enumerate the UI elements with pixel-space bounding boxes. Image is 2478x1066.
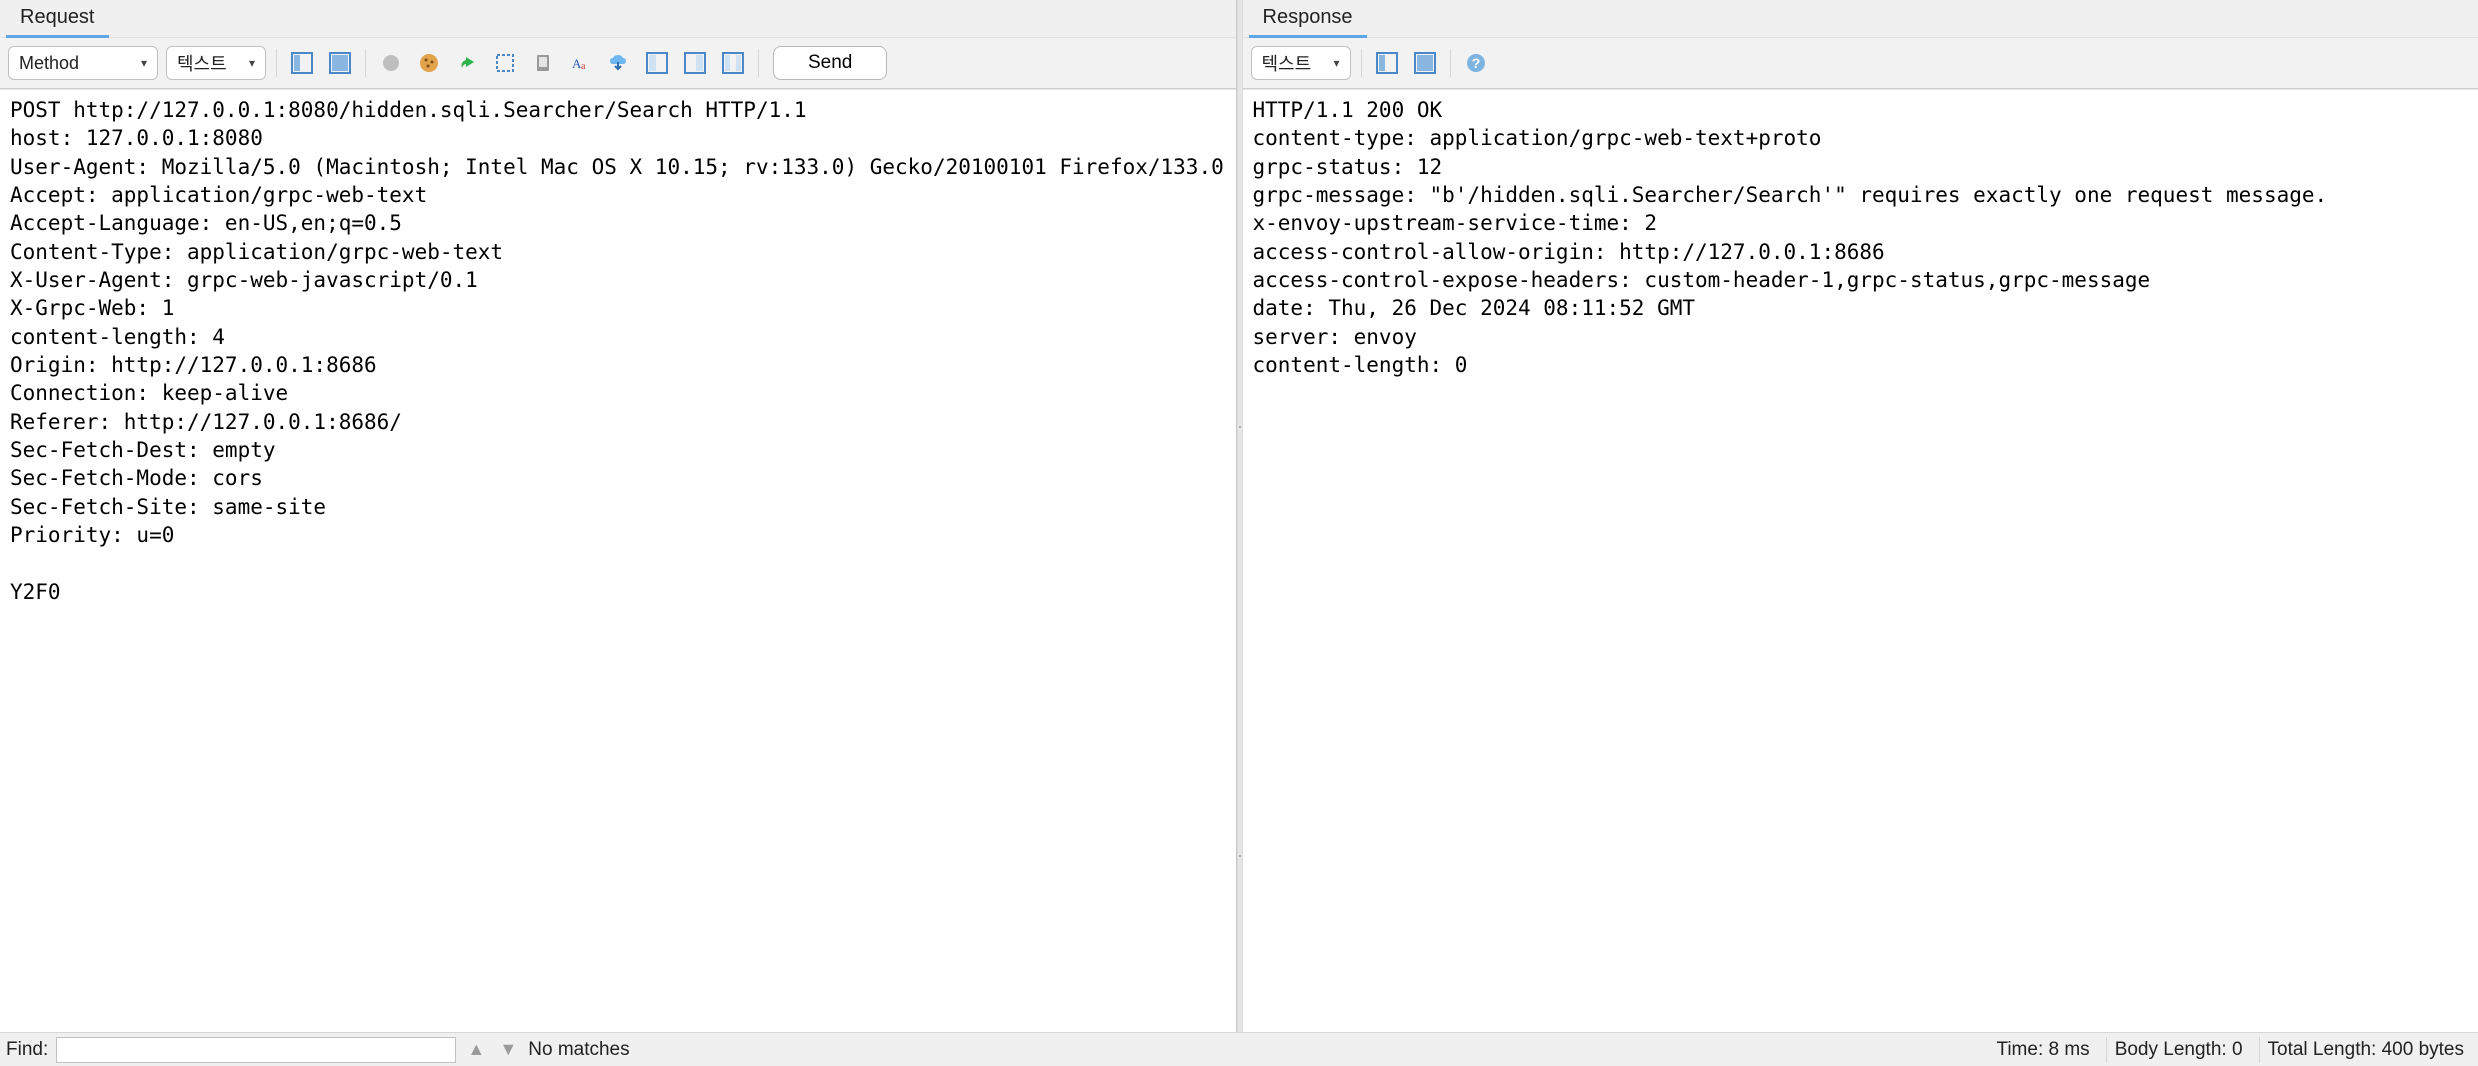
separator <box>1361 49 1362 77</box>
chevron-down-icon: ▾ <box>249 56 255 70</box>
request-raw-text[interactable]: POST http://127.0.0.1:8080/hidden.sqli.S… <box>0 90 1236 612</box>
request-view-select[interactable]: 텍스트 ▾ <box>166 46 266 80</box>
layout-left-icon[interactable] <box>1372 48 1402 78</box>
find-label: Find: <box>6 1039 48 1061</box>
device-icon[interactable] <box>528 48 558 78</box>
record-icon[interactable] <box>376 48 406 78</box>
find-status: No matches <box>528 1039 629 1061</box>
status-body-length: Body Length: 0 <box>2106 1037 2251 1063</box>
tab-request[interactable]: Request <box>6 0 109 37</box>
chevron-down-icon: ▾ <box>141 56 147 70</box>
help-icon[interactable]: ? <box>1461 48 1491 78</box>
response-view-select[interactable]: 텍스트 ▾ <box>1251 46 1351 80</box>
send-button[interactable]: Send <box>773 46 887 80</box>
layout-full-icon[interactable] <box>325 48 355 78</box>
layout-full-icon[interactable] <box>1410 48 1440 78</box>
response-panel: Response 텍스트 ▾ ? HTTP/ <box>1243 0 2478 1032</box>
response-body-area[interactable]: HTTP/1.1 200 OK content-type: applicatio… <box>1243 89 2478 1032</box>
request-body-area[interactable]: POST http://127.0.0.1:8080/hidden.sqli.S… <box>0 89 1236 1032</box>
tab-response[interactable]: Response <box>1249 0 1367 37</box>
chevron-down-icon: ▾ <box>1333 56 1339 70</box>
layout-split-left-icon[interactable] <box>642 48 672 78</box>
layout-columns-icon[interactable] <box>718 48 748 78</box>
status-time: Time: 8 ms <box>1988 1037 2097 1063</box>
font-icon[interactable]: Aa <box>566 48 596 78</box>
cookie-icon[interactable] <box>414 48 444 78</box>
separator <box>1450 49 1451 77</box>
response-raw-text[interactable]: HTTP/1.1 200 OK content-type: applicatio… <box>1243 90 2478 385</box>
separator <box>365 49 366 77</box>
svg-text:?: ? <box>1471 55 1480 71</box>
cloud-download-icon[interactable] <box>604 48 634 78</box>
svg-text:a: a <box>581 61 586 72</box>
redirect-icon[interactable] <box>452 48 482 78</box>
status-bar: Find: ▲ ▼ No matches Time: 8 ms Body Len… <box>0 1032 2478 1066</box>
response-tabs: Response <box>1243 0 2478 38</box>
status-total-length: Total Length: 400 bytes <box>2259 1037 2472 1063</box>
find-input[interactable] <box>56 1037 456 1063</box>
method-select-label: Method <box>19 53 79 74</box>
request-panel: Request Method ▾ 텍스트 ▾ <box>0 0 1237 1032</box>
response-toolbar: 텍스트 ▾ ? <box>1243 38 2478 89</box>
request-toolbar: Method ▾ 텍스트 ▾ <box>0 38 1236 89</box>
request-view-select-label: 텍스트 <box>177 50 227 76</box>
layout-split-right-icon[interactable] <box>680 48 710 78</box>
response-view-select-label: 텍스트 <box>1262 50 1312 76</box>
find-prev-button[interactable]: ▲ <box>464 1038 488 1062</box>
panel-splitter[interactable] <box>1237 0 1243 1032</box>
find-next-button[interactable]: ▼ <box>496 1038 520 1062</box>
request-tabs: Request <box>0 0 1236 38</box>
separator <box>276 49 277 77</box>
layout-left-icon[interactable] <box>287 48 317 78</box>
select-area-icon[interactable] <box>490 48 520 78</box>
method-select[interactable]: Method ▾ <box>8 46 158 80</box>
separator <box>758 49 759 77</box>
